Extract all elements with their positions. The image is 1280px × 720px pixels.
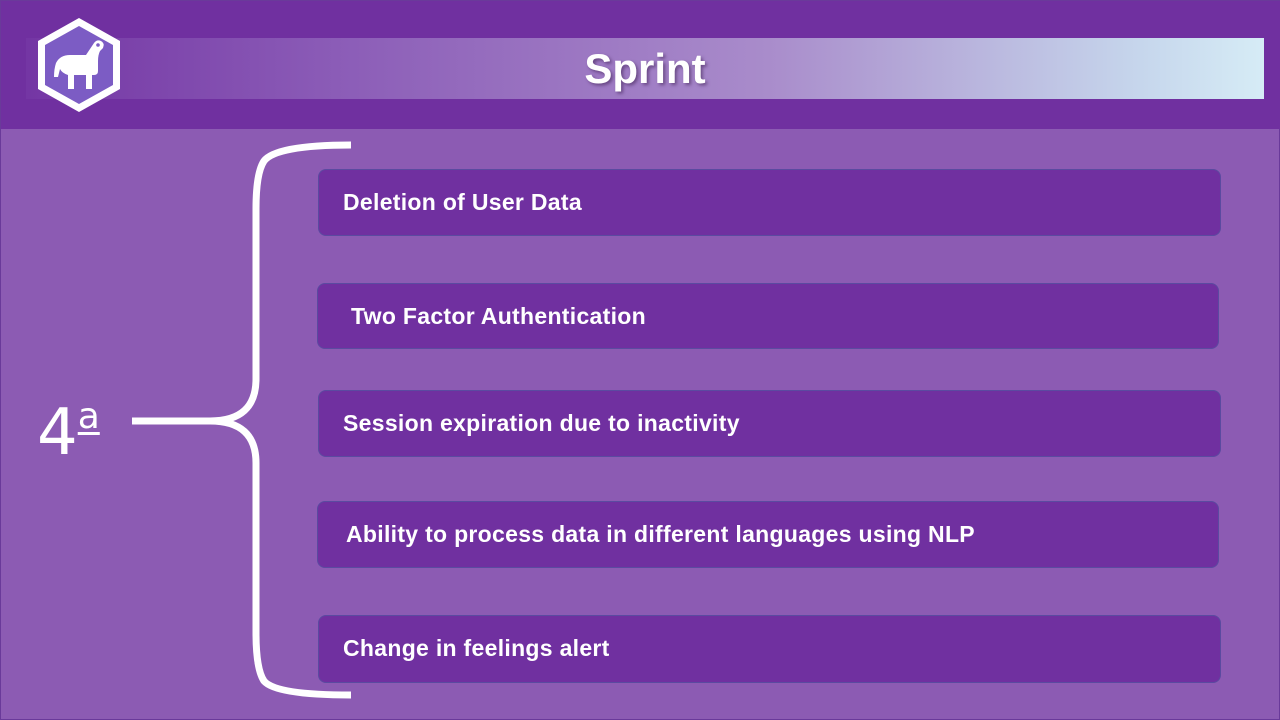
slide: Sprint 4a Deletion of User Data Two Fact… [0,0,1280,720]
task-item-2: Two Factor Authentication [317,283,1219,349]
task-item-5: Change in feelings alert [318,615,1221,683]
sprint-ordinal: a [77,396,100,437]
task-item-3: Session expiration due to inactivity [318,390,1221,457]
task-item-4: Ability to process data in different lan… [317,501,1219,568]
title-band: Sprint [26,38,1264,99]
header-bar: Sprint [1,1,1280,129]
hexagon-animal-logo-icon [38,18,120,112]
slide-title: Sprint [584,45,706,92]
task-item-1: Deletion of User Data [318,169,1221,236]
sprint-number-digit: 4 [37,396,78,470]
sprint-number: 4a [37,377,100,473]
